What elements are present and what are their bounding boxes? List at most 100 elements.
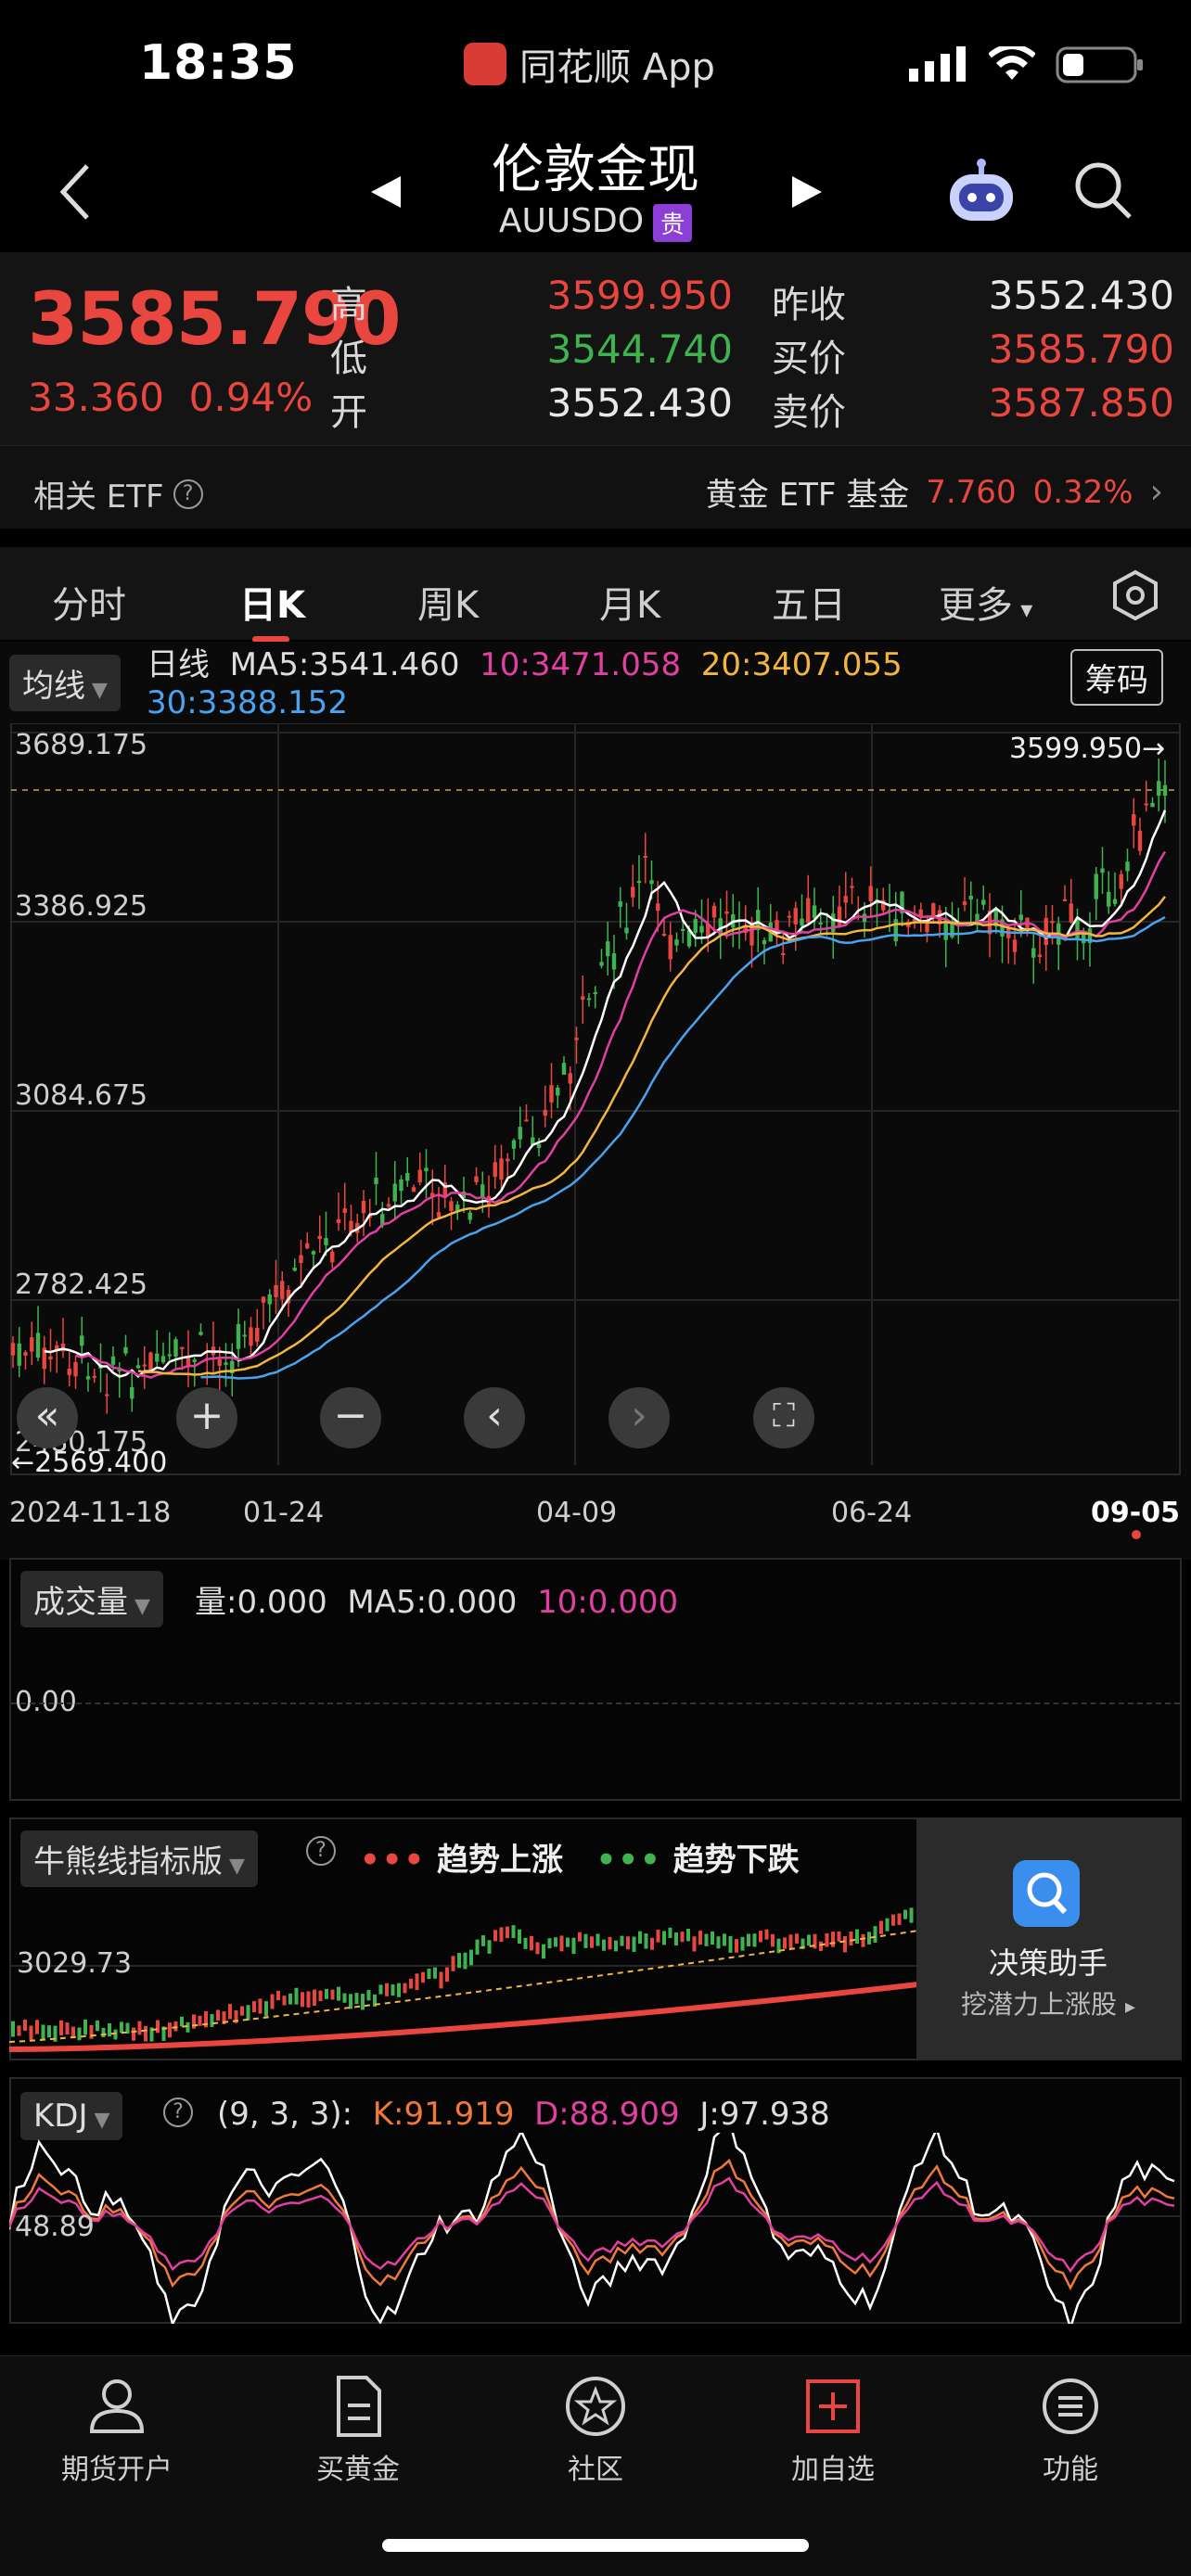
- bull-candle: [168, 2022, 172, 2038]
- bull-candle: [879, 1920, 883, 1934]
- candle-body: [392, 1183, 397, 1202]
- robot-assistant-icon[interactable]: [946, 158, 1017, 224]
- status-icons: [909, 45, 1145, 85]
- bull-candle: [385, 1983, 389, 1996]
- y-tick-4: 2782.425: [15, 1269, 148, 1301]
- etf-pct: 0.32%: [1032, 473, 1133, 511]
- candle-body: [643, 856, 647, 859]
- nav-futures-account[interactable]: 期货开户: [33, 2374, 200, 2487]
- search-icon[interactable]: [1072, 159, 1133, 221]
- candle-body: [668, 935, 672, 960]
- bull-candle: [506, 1926, 509, 1939]
- candle-body: [543, 1109, 547, 1116]
- etf-name: 黄金 ETF 基金: [705, 477, 910, 514]
- bull-candle: [819, 1941, 823, 1951]
- person-icon: [89, 2379, 145, 2433]
- plus-box-icon: [806, 2379, 860, 2433]
- settings-hexagon-icon[interactable]: [1109, 569, 1161, 621]
- candle-body: [724, 911, 729, 914]
- status-app-name: 同花顺 App: [464, 37, 715, 91]
- bull-candle: [41, 2024, 45, 2040]
- candle-body: [931, 903, 936, 917]
- candle-body: [962, 901, 967, 905]
- next-instrument-icon[interactable]: [790, 174, 824, 210]
- bull-candle: [270, 1994, 275, 2009]
- candle-body: [399, 1179, 403, 1192]
- bull-candle: [747, 1933, 750, 1947]
- low-label: 低: [330, 338, 367, 380]
- candle-body: [499, 1158, 504, 1180]
- bull-candle: [306, 1991, 311, 2008]
- zoom-out-button[interactable]: −: [320, 1387, 381, 1448]
- ask-label: 卖价: [772, 391, 846, 434]
- bull-candle: [366, 1990, 371, 2001]
- x-tick-3: 04-09: [536, 1497, 618, 1529]
- candle-body: [511, 1140, 517, 1149]
- bull-candle: [282, 1996, 287, 2006]
- bull-candle: [831, 1932, 835, 1947]
- low-value: 3544.740: [546, 326, 733, 372]
- tab-intraday[interactable]: 分时: [52, 575, 126, 629]
- candle-body: [800, 918, 804, 926]
- candle-body: [311, 1251, 316, 1255]
- bull-candle: [391, 1984, 395, 1996]
- bull-candle: [547, 1938, 552, 1949]
- candle-body: [611, 953, 617, 970]
- candle-body: [574, 1038, 579, 1040]
- nav-add-watchlist[interactable]: 加自选: [749, 2374, 916, 2487]
- etf-quote[interactable]: 黄金 ETF 基金 7.760 0.32% ›: [706, 469, 1163, 515]
- tab-daily-k[interactable]: 日K: [239, 575, 305, 629]
- scroll-right-button[interactable]: ›: [608, 1387, 670, 1448]
- zoom-in-button[interactable]: +: [176, 1387, 237, 1448]
- help-icon[interactable]: ?: [306, 1836, 336, 1866]
- candlestick-chart[interactable]: [0, 723, 1191, 1484]
- candle-body: [105, 1394, 109, 1396]
- candle-body: [10, 1343, 16, 1356]
- menu-icon: [1043, 2378, 1098, 2434]
- ma-indicator-dropdown[interactable]: 均线 ▼: [9, 655, 121, 711]
- bull-candle: [511, 1925, 516, 1939]
- help-icon[interactable]: ?: [173, 478, 203, 509]
- collapse-left-button[interactable]: «: [17, 1387, 78, 1448]
- scroll-left-button[interactable]: ‹: [464, 1387, 525, 1448]
- tab-five-day[interactable]: 五日: [772, 575, 846, 629]
- volume-indicator-dropdown[interactable]: 成交量 ▼: [20, 1571, 163, 1627]
- tab-more[interactable]: 更多 ▾: [939, 575, 1032, 629]
- kdj-chart[interactable]: [9, 2133, 1182, 2324]
- bull-candle: [342, 1993, 347, 2003]
- etf-label-text: 相关 ETF: [33, 478, 164, 516]
- bull-bear-chart[interactable]: [9, 1873, 918, 2059]
- volume-legend: 量:0.000 MA5:0.000 10:0.000: [195, 1576, 678, 1622]
- bull-candle: [252, 2001, 256, 2013]
- bull-candle: [113, 2029, 118, 2040]
- candle-body: [524, 1119, 529, 1122]
- tab-weekly-k[interactable]: 周K: [417, 575, 479, 629]
- nav-buy-gold[interactable]: 买黄金: [275, 2374, 442, 2487]
- kdj-d-line: [9, 2176, 1175, 2274]
- decision-assistant-card[interactable]: 决策助手 挖潜力上涨股 ▸: [916, 1819, 1180, 2059]
- candle-body: [1062, 899, 1068, 901]
- nav-community[interactable]: 社区: [512, 2374, 679, 2487]
- candle-body: [236, 1323, 241, 1349]
- candle-body: [274, 1284, 278, 1298]
- today-dot: [1132, 1530, 1141, 1539]
- nav-functions[interactable]: 功能: [987, 2374, 1154, 2487]
- bull-candle: [674, 1932, 678, 1946]
- bull-candle: [330, 1989, 335, 2000]
- kdj-j: J:97.938: [699, 2096, 830, 2133]
- candle-body: [130, 1386, 134, 1399]
- chips-button[interactable]: 筹码: [1070, 649, 1163, 706]
- tab-monthly-k[interactable]: 月K: [599, 575, 660, 629]
- bull-candle: [35, 2020, 39, 2034]
- candle-body: [361, 1200, 366, 1214]
- candle-body: [1094, 874, 1098, 899]
- period-label: 日线: [147, 646, 210, 683]
- candle-body: [48, 1356, 53, 1360]
- fullscreen-button[interactable]: ⛶: [753, 1387, 814, 1448]
- bull-candle: [71, 2026, 75, 2037]
- bull-candle: [716, 1936, 721, 1949]
- caret-down-icon: ▼: [87, 2109, 110, 2132]
- nav-community-label: 社区: [568, 2454, 623, 2486]
- bull-candle: [566, 1937, 570, 1947]
- help-icon[interactable]: ?: [163, 2098, 193, 2127]
